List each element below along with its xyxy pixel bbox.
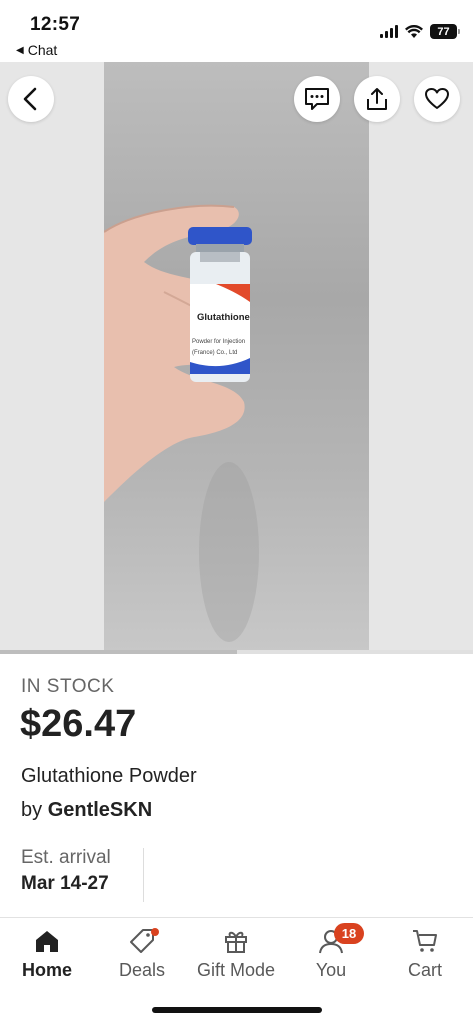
tab-you-label: You <box>315 960 347 980</box>
stock-status: IN STOCK <box>21 676 115 697</box>
vial-in-hand-illustration: Glutathione Powder for Injection (France… <box>104 204 259 642</box>
battery-icon: 77 <box>430 24 460 39</box>
tab-cart[interactable]: Cart <box>380 926 470 981</box>
wifi-icon <box>405 24 423 38</box>
tab-deals-label: Deals <box>118 960 166 980</box>
share-button[interactable] <box>354 76 400 122</box>
vial-label-line2: (France) Co., Ltd <box>192 350 237 356</box>
home-indicator <box>152 1007 322 1013</box>
back-to-app-link[interactable]: ◀ Chat <box>16 42 57 58</box>
favorite-button[interactable] <box>414 76 460 122</box>
tab-deals[interactable]: Deals <box>97 926 187 981</box>
vial-label-line1: Powder for Injection <box>192 339 245 345</box>
cart-icon <box>413 930 437 952</box>
status-time: 12:57 <box>30 14 81 35</box>
shop-byline: by GentleSKN <box>21 799 152 822</box>
status-bar: 12:57 ◀ Chat 77 <box>0 0 473 62</box>
heart-icon <box>425 88 449 109</box>
back-triangle-icon: ◀ <box>16 44 24 56</box>
status-icons: 77 <box>380 24 460 39</box>
tab-home-label: Home <box>21 960 72 980</box>
arrival-divider <box>143 848 144 902</box>
tab-home[interactable]: Home <box>2 926 92 981</box>
arrival-date: Mar 14-27 <box>21 873 109 894</box>
gift-icon <box>225 931 247 953</box>
shop-name-link[interactable]: GentleSKN <box>48 799 152 821</box>
product-price: $26.47 <box>20 703 137 745</box>
tab-you[interactable]: 18 You <box>286 923 376 981</box>
arrival-label: Est. arrival <box>21 847 111 868</box>
vial-label-title: Glutathione <box>197 312 250 323</box>
you-notification-badge: 18 <box>334 923 364 944</box>
image-side-pane-right <box>369 62 473 654</box>
image-carousel-progress-fill <box>0 650 237 654</box>
home-icon <box>36 931 58 952</box>
product-image-carousel[interactable]: Glutathione Powder for Injection (France… <box>0 62 473 654</box>
deals-notification-dot <box>151 928 159 936</box>
by-label: by <box>21 799 43 821</box>
product-title: Glutathione Powder <box>21 765 197 787</box>
back-button[interactable] <box>8 76 54 122</box>
cellular-signal-icon <box>380 25 398 38</box>
estimated-arrival: Est. arrival Mar 14-27 <box>21 847 111 895</box>
tab-cart-label: Cart <box>407 960 442 980</box>
image-side-pane-left <box>0 62 104 654</box>
tab-gift-mode-label: Gift Mode <box>196 960 276 980</box>
chevron-left-icon <box>23 87 37 111</box>
chat-icon <box>305 88 329 110</box>
message-seller-button[interactable] <box>294 76 340 122</box>
back-app-label: Chat <box>27 42 58 58</box>
image-carousel-progress <box>0 650 473 654</box>
share-icon <box>367 88 387 110</box>
tab-gift-mode[interactable]: Gift Mode <box>191 926 281 981</box>
